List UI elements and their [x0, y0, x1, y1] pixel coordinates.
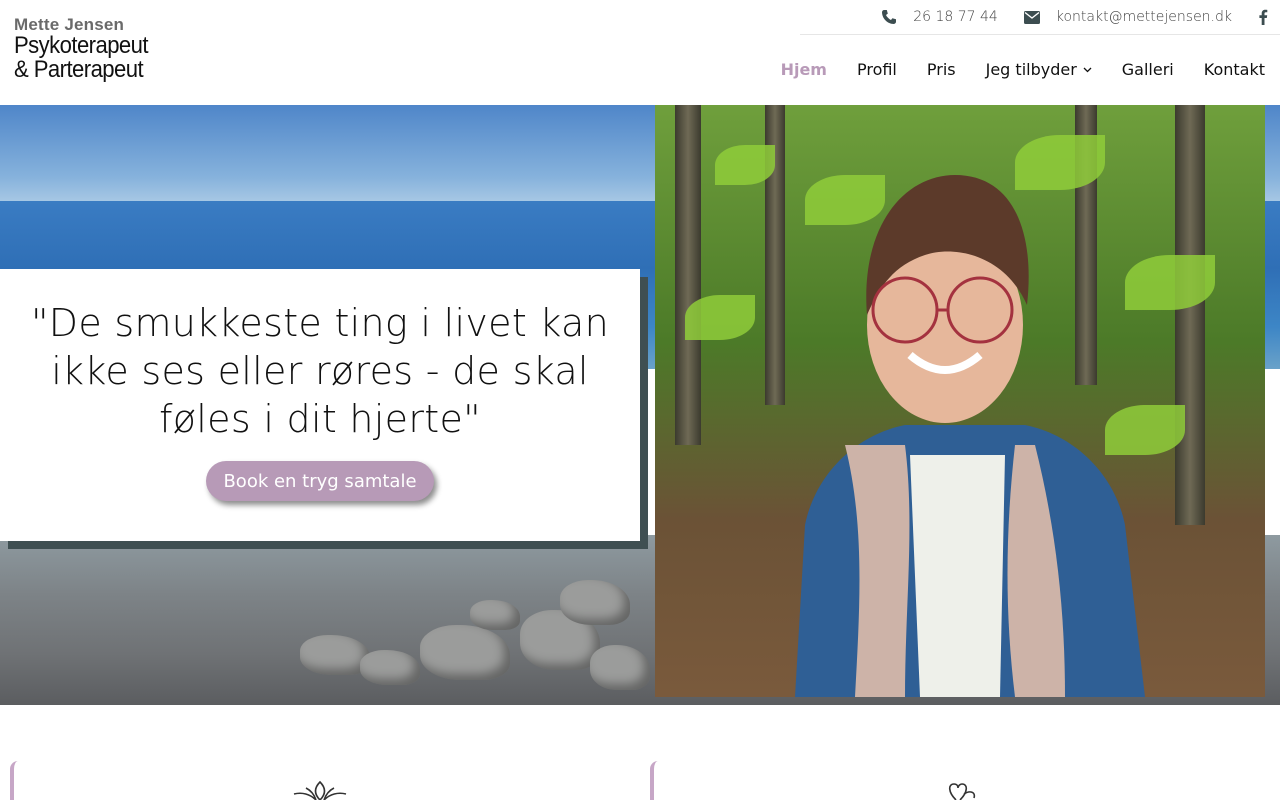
nav-item-jeg-tilbyder-label: Jeg tilbyder: [985, 60, 1077, 79]
envelope-icon: [1023, 10, 1040, 24]
nav-item-galleri[interactable]: Galleri: [1122, 60, 1174, 79]
phone-number: 26 18 77 44: [913, 9, 998, 25]
portrait-figure: [795, 175, 1145, 697]
services-section: [0, 705, 1280, 800]
facebook-icon: [1259, 9, 1268, 25]
logo-title-2: & Parterapeut: [14, 56, 144, 83]
shore-rock: [470, 600, 520, 630]
email-address: kontakt@mettejensen.dk: [1055, 9, 1232, 25]
contact-topbar: 26 18 77 44 kontakt@mettejensen.dk: [800, 0, 1280, 35]
logo-name: Mette Jensen: [14, 15, 125, 34]
book-session-button[interactable]: Book en tryg samtale: [206, 461, 434, 501]
therapist-portrait-photo: [655, 105, 1265, 697]
nav-item-hjem[interactable]: Hjem: [781, 60, 827, 79]
lotus-icon: [293, 780, 347, 800]
service-card-right-edge: [650, 761, 658, 800]
service-card-left-edge: [10, 761, 18, 800]
phone-icon: [882, 10, 897, 24]
nav-item-pris[interactable]: Pris: [927, 60, 956, 79]
main-nav: Hjem Profil Pris Jeg tilbyder Galleri Ko…: [751, 60, 1265, 79]
logo-title-1: Psykoterapeut: [14, 32, 149, 59]
chevron-down-icon: [1083, 67, 1092, 72]
site-header: Mette Jensen Psykoterapeut & Parterapeut…: [0, 0, 1280, 105]
nav-item-jeg-tilbyder[interactable]: Jeg tilbyder: [986, 60, 1092, 79]
hero-section: "De smukkeste ting i livet kan ikke ses …: [0, 105, 1280, 705]
phone-contact[interactable]: 26 18 77 44: [881, 9, 998, 25]
nav-item-kontakt[interactable]: Kontakt: [1204, 60, 1265, 79]
shore-rock: [360, 650, 420, 685]
email-contact[interactable]: kontakt@mettejensen.dk: [1023, 9, 1232, 25]
hearts-icon: [948, 783, 976, 800]
site-logo[interactable]: Mette Jensen Psykoterapeut & Parterapeut: [14, 16, 164, 82]
quote-card: "De smukkeste ting i livet kan ikke ses …: [0, 269, 640, 541]
hero-quote: "De smukkeste ting i livet kan ikke ses …: [30, 301, 610, 441]
facebook-link[interactable]: [1258, 9, 1268, 25]
nav-item-profil[interactable]: Profil: [857, 60, 897, 79]
